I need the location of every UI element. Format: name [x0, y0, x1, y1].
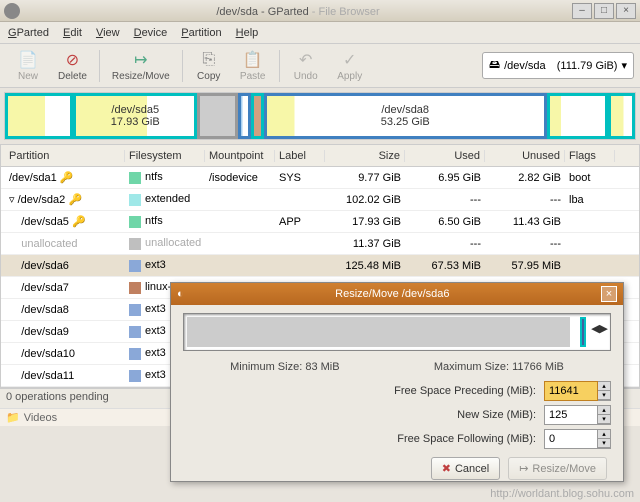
- slider-handle[interactable]: [580, 317, 586, 347]
- dialog-close-button[interactable]: ×: [601, 286, 617, 302]
- copy-icon: ⎘: [199, 50, 219, 70]
- paste-button: 📋Paste: [231, 46, 275, 86]
- delete-button[interactable]: ⊘Delete: [50, 46, 95, 86]
- minimize-button[interactable]: –: [572, 3, 592, 19]
- max-size-label: Maximum Size: 11766 MiB: [434, 361, 564, 373]
- menu-help[interactable]: Help: [236, 27, 259, 39]
- table-row[interactable]: /dev/sda6 ext3125.48 MiB67.53 MiB57.95 M…: [1, 255, 639, 277]
- cancel-icon: ✖: [442, 462, 451, 475]
- map-sda1[interactable]: [5, 93, 73, 139]
- map-unallocated[interactable]: [197, 93, 238, 139]
- menu-gparted[interactable]: GParted: [8, 27, 49, 39]
- menu-partition[interactable]: Partition: [181, 27, 221, 39]
- menu-edit[interactable]: Edit: [63, 27, 82, 39]
- window-title: /dev/sda - GParted - File Browser: [24, 4, 572, 18]
- device-selector[interactable]: 🖴 /dev/sda (111.79 GiB) ▾: [482, 52, 634, 79]
- table-row[interactable]: unallocated unallocated11.37 GiB------: [1, 233, 639, 255]
- dialog-icon: ◐: [177, 288, 184, 300]
- app-icon: [4, 3, 20, 19]
- chevron-down-icon: ▾: [621, 59, 627, 72]
- free-preceding-input[interactable]: [544, 381, 598, 401]
- disk-map[interactable]: /dev/sda517.93 GiB /dev/sda853.25 GiB: [4, 92, 636, 140]
- spinner-buttons[interactable]: ▴▾: [598, 381, 611, 401]
- table-row[interactable]: ▿ /dev/sda2 🔑extended102.02 GiB------lba: [1, 189, 639, 211]
- close-button[interactable]: ×: [616, 3, 636, 19]
- menubar: GParted Edit View Device Partition Help: [0, 22, 640, 44]
- map-sda6[interactable]: [238, 93, 251, 139]
- table-header: PartitionFilesystemMountpointLabelSizeUs…: [1, 145, 639, 167]
- watermark: http://worldant.blog.sohu.com: [490, 488, 634, 500]
- new-button[interactable]: 📄New: [6, 46, 50, 86]
- drive-icon: 🖴: [489, 56, 500, 75]
- undo-icon: ↶: [296, 50, 316, 70]
- cancel-button[interactable]: ✖Cancel: [431, 457, 500, 480]
- menu-view[interactable]: View: [96, 27, 120, 39]
- undo-button: ↶Undo: [284, 46, 328, 86]
- resize-icon: ↦: [131, 50, 151, 70]
- arrow-left-icon[interactable]: ◀: [591, 322, 599, 335]
- spinner-buttons[interactable]: ▴▾: [598, 429, 611, 449]
- arrow-right-icon[interactable]: ▶: [600, 322, 608, 335]
- apply-icon: ✓: [340, 50, 360, 70]
- free-following-input[interactable]: [544, 429, 598, 449]
- resize-slider[interactable]: ◀▶: [183, 313, 611, 351]
- resize-button[interactable]: ↦Resize/Move: [104, 46, 178, 86]
- map-sda7[interactable]: [251, 93, 264, 139]
- min-size-label: Minimum Size: 83 MiB: [230, 361, 339, 373]
- resize-dialog: ◐ Resize/Move /dev/sda6 × ◀▶ Minimum Siz…: [170, 282, 624, 482]
- resize-move-button: ↦Resize/Move: [508, 457, 607, 480]
- dialog-titlebar: ◐ Resize/Move /dev/sda6 ×: [171, 283, 623, 305]
- new-size-input[interactable]: [544, 405, 598, 425]
- table-row[interactable]: /dev/sda5 🔑ntfsAPP17.93 GiB6.50 GiB11.43…: [1, 211, 639, 233]
- menu-device[interactable]: Device: [134, 27, 168, 39]
- toolbar: 📄New ⊘Delete ↦Resize/Move ⎘Copy 📋Paste ↶…: [0, 44, 640, 88]
- folder-icon: 📁: [6, 411, 20, 424]
- map-sda8[interactable]: /dev/sda853.25 GiB: [264, 93, 547, 139]
- spinner-buttons[interactable]: ▴▾: [598, 405, 611, 425]
- copy-button[interactable]: ⎘Copy: [187, 46, 231, 86]
- table-row[interactable]: /dev/sda1 🔑ntfs/isodeviceSYS9.77 GiB6.95…: [1, 167, 639, 189]
- map-sda5[interactable]: /dev/sda517.93 GiB: [73, 93, 197, 139]
- map-end[interactable]: [608, 93, 635, 139]
- map-rest[interactable]: [547, 93, 608, 139]
- delete-icon: ⊘: [62, 50, 82, 70]
- apply-button: ✓Apply: [328, 46, 372, 86]
- paste-icon: 📋: [243, 50, 263, 70]
- resize-icon: ↦: [519, 462, 528, 475]
- new-icon: 📄: [18, 50, 38, 70]
- titlebar: /dev/sda - GParted - File Browser – □ ×: [0, 0, 640, 22]
- maximize-button[interactable]: □: [594, 3, 614, 19]
